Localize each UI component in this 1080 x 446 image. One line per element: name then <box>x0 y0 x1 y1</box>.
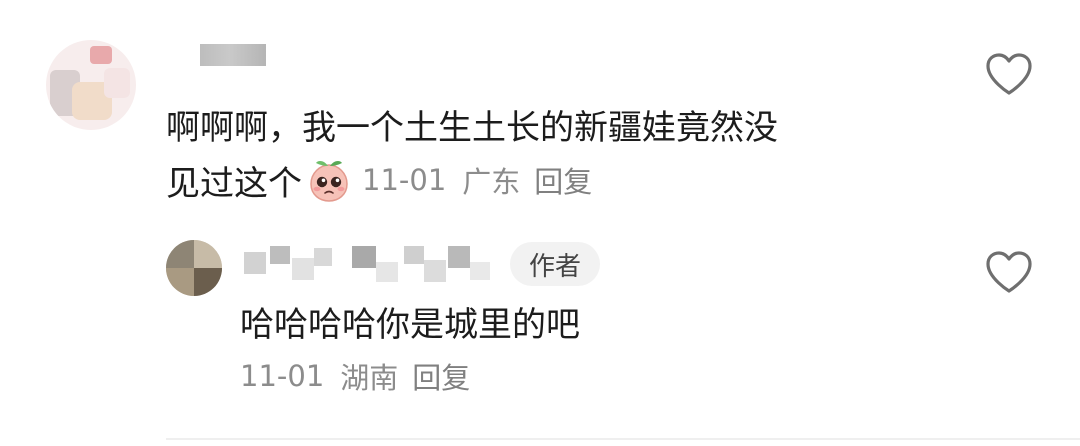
commenter-name-blurred[interactable] <box>200 44 266 66</box>
divider <box>166 438 1080 440</box>
author-badge: 作者 <box>510 242 600 286</box>
comment-date: 11-01 <box>362 163 447 197</box>
comment-text: 啊啊啊，我一个土生土长的新疆娃竟然没 <box>166 108 778 148</box>
comment-location: 广东 <box>462 165 521 199</box>
reply-reply-button[interactable]: 回复 <box>412 355 470 397</box>
comment-meta-row: 见过这个 11-01 广东 回复 <box>166 158 592 204</box>
reply-author-avatar[interactable] <box>166 240 222 296</box>
reply-author-name-blurred[interactable] <box>244 244 492 284</box>
comment-text-line2: 见过这个 <box>166 163 302 204</box>
reply-date: 11-01 <box>240 359 325 393</box>
heart-outline-icon[interactable] <box>984 250 1034 294</box>
reply-text: 哈哈哈哈你是城里的吧 <box>240 305 580 345</box>
comment-reply-button[interactable]: 回复 <box>534 159 592 201</box>
peach-crying-emoji-icon <box>310 161 348 202</box>
heart-outline-icon[interactable] <box>984 52 1034 96</box>
reply-meta-row: 11-01 湖南 回复 <box>240 354 470 398</box>
commenter-avatar[interactable] <box>46 40 136 130</box>
reply-location: 湖南 <box>340 361 399 395</box>
